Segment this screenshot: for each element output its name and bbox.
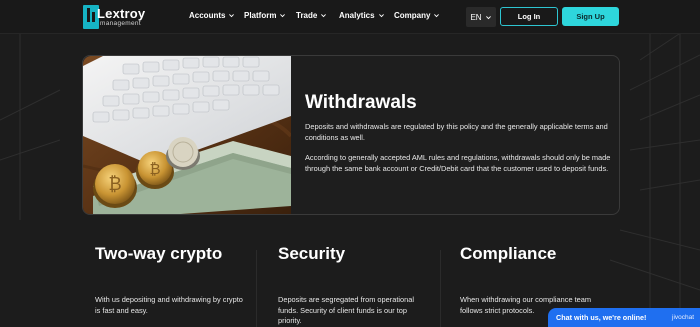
nav-company[interactable]: Company [394,11,440,20]
nav-label: Analytics [339,11,375,20]
feature-security: Security Deposits are segregated from op… [278,244,448,325]
svg-text:₿: ₿ [108,174,121,195]
chevron-down-icon [378,14,384,18]
nav-label: Platform [244,11,277,20]
chat-brand: jivochat [672,314,695,321]
chat-widget[interactable]: Chat with us, we're online! jivochat [548,308,700,327]
nav-analytics[interactable]: Analytics [339,11,385,20]
nav-platform[interactable]: Platform [244,11,286,20]
nav-label: Accounts [189,11,226,20]
feature-text: With us depositing and withdrawing by cr… [95,295,243,315]
card-title: Withdrawals [305,92,417,113]
chevron-down-icon [280,14,286,18]
chevron-down-icon [321,14,327,18]
chevron-down-icon [485,15,491,19]
login-button[interactable]: Log In [500,7,558,26]
nav-accounts[interactable]: Accounts [189,11,235,20]
card-paragraph-1: Deposits and withdrawals are regulated b… [305,122,608,142]
keyboard-coins-photo: ₿ ₿ [83,56,291,214]
language-selector[interactable]: EN [466,7,496,27]
chat-label: Chat with us, we're online! [556,313,647,322]
feature-two-way-crypto: Two-way crypto With us depositing and wi… [95,244,265,315]
feature-title: Compliance [460,244,557,263]
card-paragraph-2: According to generally accepted AML rule… [305,153,611,173]
feature-compliance: Compliance When withdrawing our complian… [460,244,630,315]
feature-title: Security [278,244,346,263]
feature-text: Deposits are segregated from operational… [278,295,414,325]
signup-button[interactable]: Sign Up [562,7,619,26]
nav-label: Company [394,11,431,20]
feature-title: Two-way crypto [95,244,223,263]
language-label: EN [470,12,482,22]
site-header: Lextroy management Accounts Platform Tra… [0,0,700,34]
logo-subtitle: management [100,20,141,27]
nav-trade[interactable]: Trade [296,11,327,20]
withdrawals-card: ₿ ₿ Withdrawals Deposits and withdrawals… [82,55,620,215]
logo[interactable]: Lextroy management [83,5,153,29]
chevron-down-icon [229,14,235,18]
chevron-down-icon [434,14,440,18]
svg-text:₿: ₿ [149,160,160,178]
nav-label: Trade [296,11,318,20]
logo-name: Lextroy [97,6,146,21]
